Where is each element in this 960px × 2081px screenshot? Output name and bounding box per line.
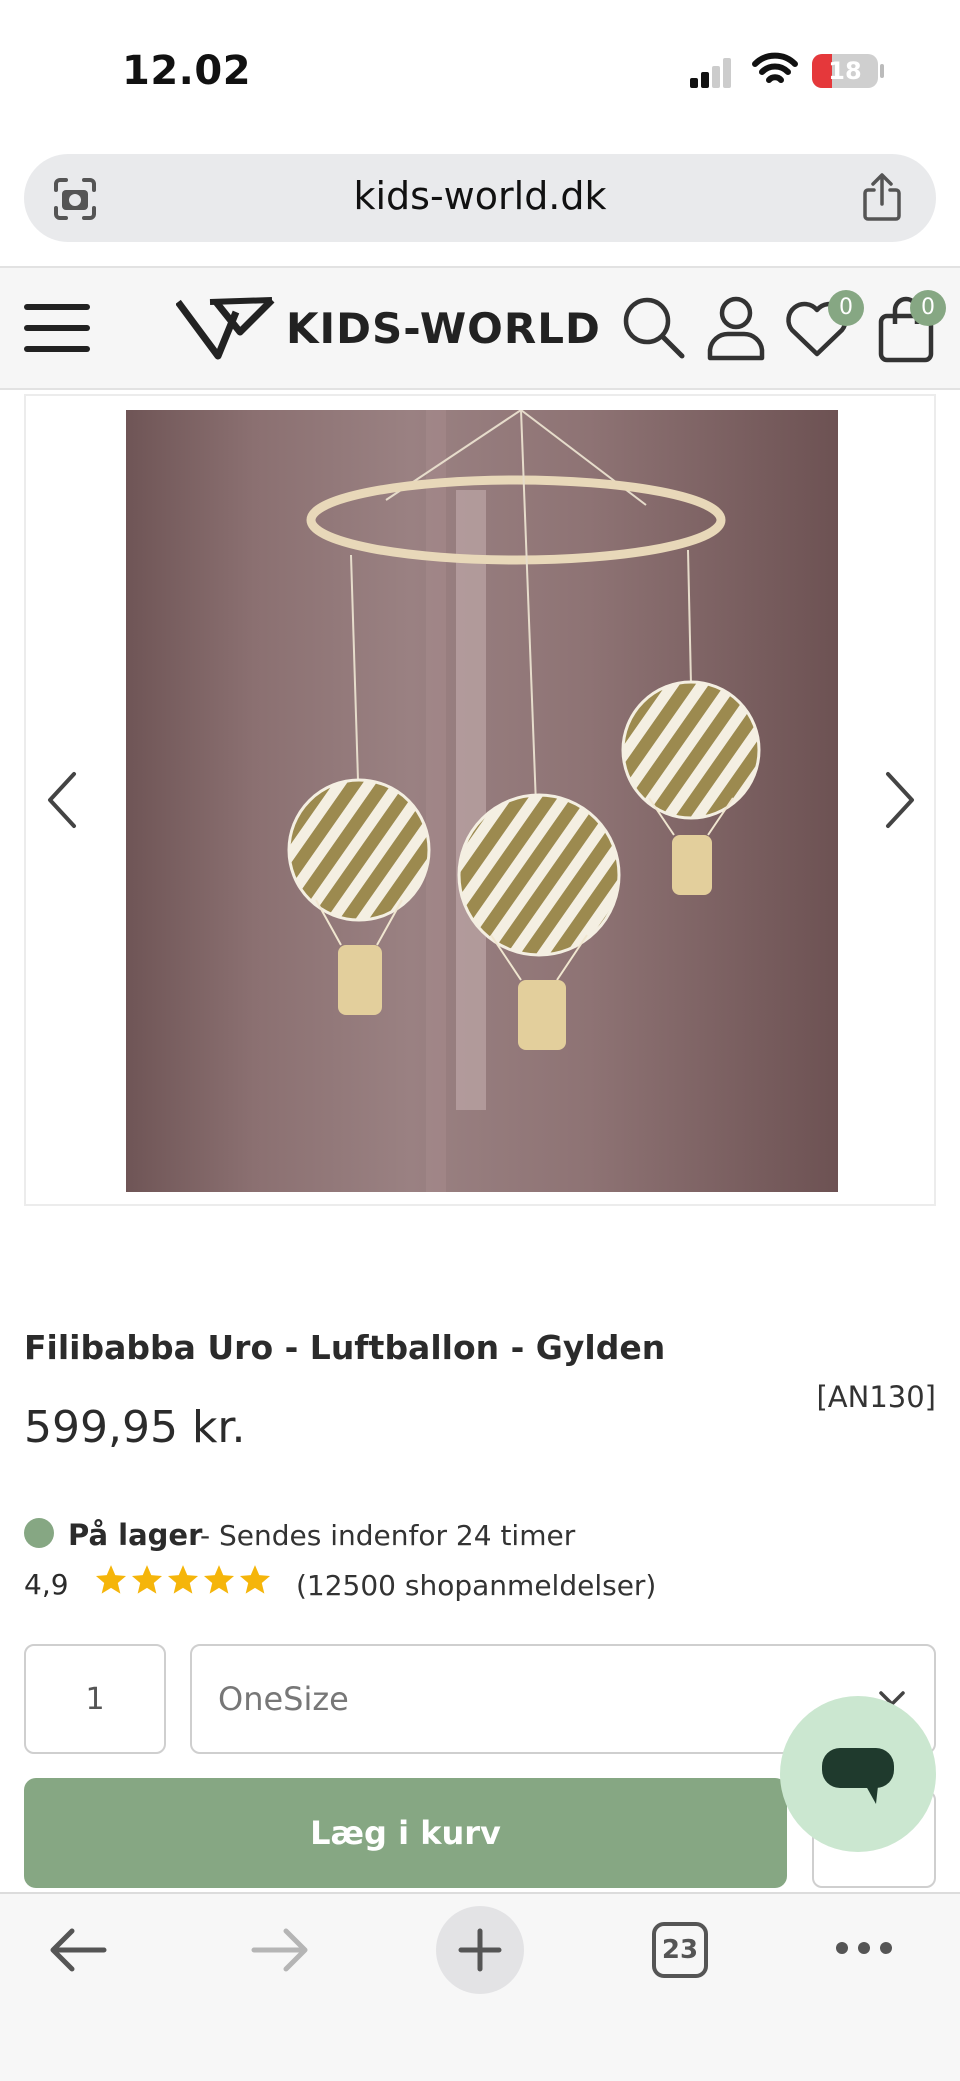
product-price: 599,95 kr. bbox=[24, 1402, 246, 1453]
stock-status-dot bbox=[24, 1518, 54, 1548]
star-icon bbox=[167, 1565, 199, 1594]
new-tab-plus-icon bbox=[458, 1928, 502, 1972]
wishlist-count-badge: 0 bbox=[828, 290, 864, 326]
cart-count-badge: 0 bbox=[910, 290, 946, 326]
wishlist-button[interactable]: 0 bbox=[784, 290, 864, 364]
back-arrow-icon[interactable] bbox=[48, 1926, 108, 1974]
star-icon bbox=[203, 1565, 235, 1594]
more-icon[interactable] bbox=[834, 1940, 894, 1956]
browser-toolbar: 23 bbox=[0, 1892, 960, 2081]
search-icon[interactable] bbox=[620, 294, 686, 360]
battery-tip bbox=[880, 64, 884, 78]
product-gallery bbox=[24, 394, 936, 1206]
cellular-signal-icon bbox=[690, 56, 740, 88]
address-bar[interactable]: kids-world.dk bbox=[24, 154, 936, 242]
status-time: 12.02 bbox=[122, 48, 252, 94]
site-header: KIDS-WORLD 0 0 bbox=[0, 266, 960, 390]
star-icon bbox=[95, 1565, 127, 1594]
balloon-mobile-illustration bbox=[287, 410, 761, 1192]
share-icon[interactable] bbox=[860, 172, 904, 222]
battery-icon: 18 bbox=[812, 54, 878, 88]
battery-level: 18 bbox=[828, 57, 862, 85]
cart-button[interactable]: 0 bbox=[876, 290, 946, 364]
review-count-link[interactable]: (12500 shopanmeldelser) bbox=[296, 1569, 656, 1602]
add-to-cart-button[interactable]: Læg i kurv bbox=[24, 1778, 787, 1888]
chat-button[interactable] bbox=[780, 1696, 936, 1852]
product-sku: [AN130] bbox=[816, 1380, 936, 1414]
kids-world-logo[interactable] bbox=[176, 292, 276, 364]
url-text[interactable]: kids-world.dk bbox=[24, 174, 936, 218]
stock-label: På lager bbox=[68, 1518, 203, 1552]
quantity-input[interactable] bbox=[24, 1644, 166, 1754]
size-value: OneSize bbox=[218, 1680, 349, 1718]
star-icon bbox=[131, 1565, 163, 1594]
new-tab-button[interactable] bbox=[436, 1906, 524, 1994]
product-title: Filibabba Uro - Luftballon - Gylden bbox=[24, 1328, 666, 1367]
forward-arrow-icon[interactable] bbox=[250, 1926, 310, 1974]
rating-value: 4,9 bbox=[24, 1568, 69, 1601]
chat-bubble-icon bbox=[822, 1748, 894, 1804]
stock-shipping-note: - Sendes indenfor 24 timer bbox=[200, 1519, 576, 1552]
menu-icon[interactable] bbox=[22, 298, 92, 358]
star-icon bbox=[239, 1565, 271, 1594]
status-bar: 12.02 18 bbox=[0, 0, 960, 140]
wifi-icon bbox=[752, 52, 798, 83]
tabs-icon[interactable]: 23 bbox=[652, 1922, 708, 1978]
gallery-prev-arrow-icon[interactable] bbox=[44, 770, 80, 830]
logo-text[interactable]: KIDS-WORLD bbox=[286, 304, 601, 353]
account-icon[interactable] bbox=[706, 294, 766, 362]
rating-stars bbox=[94, 1563, 272, 1597]
product-image[interactable] bbox=[126, 410, 838, 1192]
gallery-next-arrow-icon[interactable] bbox=[882, 770, 918, 830]
